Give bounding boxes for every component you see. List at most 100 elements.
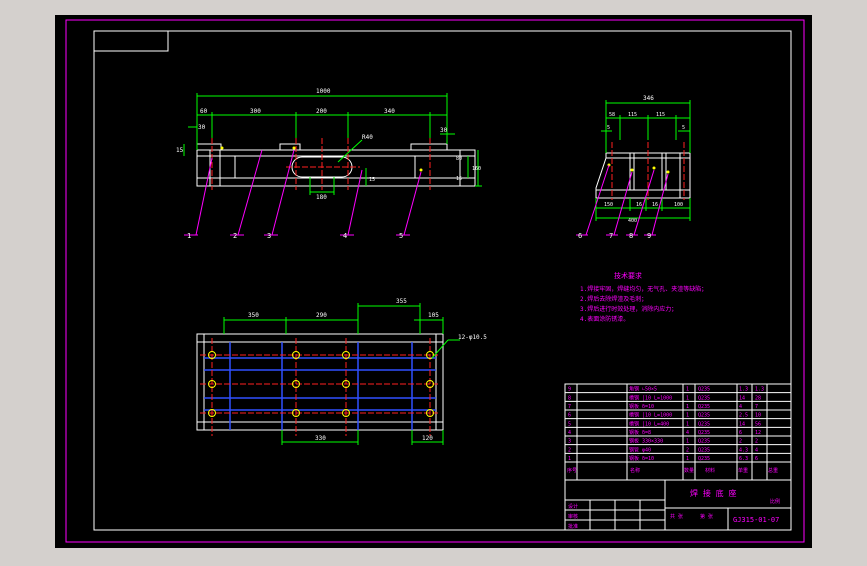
bom-cell-w1: 1.3	[739, 387, 748, 393]
bom-cell-no: 8	[568, 395, 571, 401]
bom-cell-w1: 4	[739, 404, 742, 410]
dim-text: 15	[369, 177, 375, 183]
bom-cell-mat: Q235	[698, 395, 710, 401]
dim-text: 60	[200, 108, 208, 115]
sheet-label: 第 张	[700, 513, 713, 520]
sheet-label: 共 张	[670, 513, 683, 520]
bom-header-cell: 单重	[738, 467, 748, 474]
bom-cell-qty: 1	[686, 404, 689, 410]
bom-cell-name: 钢板 δ=10	[629, 403, 654, 410]
side-dim-text: 150	[604, 202, 613, 208]
notes-title: 技术要求	[614, 271, 642, 280]
bom-cell-qty: 2	[686, 447, 689, 453]
cad-viewport: 1000 60 300 200 340 30 30 15 R40 180 80 …	[0, 0, 867, 562]
dim-text-radius: R40	[362, 134, 373, 141]
bom-cell-name: 槽钢 [10 L=1000	[629, 394, 672, 401]
bom-header-cell: 材料	[705, 467, 715, 474]
bom-cell-no: 5	[568, 421, 571, 427]
callout-label: 5	[399, 232, 403, 240]
bom-cell-mat: Q235	[698, 413, 710, 419]
sheet-background	[55, 15, 812, 548]
bom-cell-no: 1	[568, 456, 571, 462]
bom-cell-qty: 1	[686, 456, 689, 462]
bom-cell-w2: 28	[755, 395, 761, 401]
note-item: 3.焊后进行时效处理，消除内应力；	[580, 305, 677, 313]
top-dim-text: 330	[315, 435, 326, 442]
bom-cell-w2: 7	[755, 404, 758, 410]
dim-text-slot: 180	[316, 194, 327, 201]
front-mark	[220, 146, 224, 150]
top-dim-text: 350	[248, 312, 259, 319]
bom-cell-w2: 12	[755, 430, 761, 436]
top-dim-text: 290	[316, 312, 327, 319]
bom-header-cell: 总重	[768, 467, 778, 474]
bom-cell-name: 槽钢 [10 L=400	[629, 420, 669, 427]
side-dim-text: 58	[609, 112, 615, 118]
bom-cell-qty: 1	[686, 421, 689, 427]
bom-cell-name: 角钢 ∟50×5	[629, 386, 657, 393]
side-dim-text: 16	[636, 202, 642, 208]
bom-cell-no: 2	[568, 447, 571, 453]
bom-cell-w1: 6	[739, 430, 742, 436]
side-dim-text: 115	[628, 112, 637, 118]
bom-cell-name: 槽钢 [10 L=1000	[629, 412, 672, 419]
front-mark	[419, 168, 423, 172]
bom-cell-mat: Q235	[698, 387, 710, 393]
side-mark	[652, 166, 656, 170]
callout-label: 9	[647, 232, 651, 240]
callout-label: 4	[343, 232, 347, 240]
hole-note: 12-φ10.5	[458, 334, 487, 341]
bom-cell-mat: Q235	[698, 404, 710, 410]
bom-cell-mat: Q235	[698, 447, 710, 453]
sign-label: 设计	[568, 503, 578, 510]
callout-label: 2	[233, 232, 237, 240]
bom-cell-no: 9	[568, 387, 571, 393]
bom-header-cell: 名称	[630, 467, 640, 474]
note-item: 4.表面涂防锈漆。	[580, 315, 629, 323]
dim-text: 30	[198, 124, 206, 131]
bom-cell-w2: 6	[755, 456, 758, 462]
sign-label: 批准	[568, 523, 578, 530]
bom-cell-qty: 4	[686, 430, 689, 436]
top-dim-text: 105	[428, 312, 439, 319]
side-dim-text: 16	[652, 202, 658, 208]
bom-cell-mat: Q235	[698, 430, 710, 436]
bom-cell-w1: 2	[739, 439, 742, 445]
bom-cell-w2: 1.3	[755, 387, 764, 393]
drawing-number: GJ315-01-07	[733, 516, 779, 524]
side-dim-text: 115	[656, 112, 665, 118]
bom-cell-w1: 14	[739, 421, 745, 427]
bom-cell-w2: 10	[755, 413, 761, 419]
note-item: 2.焊后去除焊渣及毛刺；	[580, 295, 647, 303]
scale-label: 比例	[770, 498, 780, 505]
dim-text: 30	[440, 127, 448, 134]
dim-text: 160	[472, 166, 481, 172]
dim-text: 200	[316, 108, 327, 115]
side-mark	[666, 170, 670, 174]
bom-cell-w2: 2	[755, 439, 758, 445]
bom-cell-mat: Q235	[698, 421, 710, 427]
callout-label: 6	[578, 232, 582, 240]
bom-cell-w2: 4	[755, 447, 758, 453]
bom-cell-w2: 56	[755, 421, 761, 427]
drawing-title: 焊 接 底 座	[690, 488, 736, 498]
callout-label: 3	[267, 232, 271, 240]
side-mark	[630, 168, 634, 172]
callout-label: 8	[629, 232, 633, 240]
bom-cell-w1: 2.5	[739, 413, 748, 419]
bom-header-cell: 序号	[567, 467, 577, 474]
bom-cell-w1: 4.3	[739, 447, 748, 453]
bom-header-cell: 数量	[684, 467, 694, 474]
bom-cell-qty: 1	[686, 387, 689, 393]
bom-cell-name: 钢板 δ=10	[629, 455, 654, 462]
side-dim-text: 5	[682, 125, 685, 131]
bom-cell-qty: 1	[686, 439, 689, 445]
bom-cell-no: 7	[568, 404, 571, 410]
dim-text: 340	[384, 108, 395, 115]
bom-cell-qty: 1	[686, 395, 689, 401]
sign-label: 审核	[568, 513, 578, 520]
bom-cell-mat: Q235	[698, 439, 710, 445]
bom-cell-name: 钢板 δ=8	[629, 429, 651, 436]
dim-text: 80	[456, 156, 462, 162]
bom-cell-w1: 14	[739, 395, 745, 401]
